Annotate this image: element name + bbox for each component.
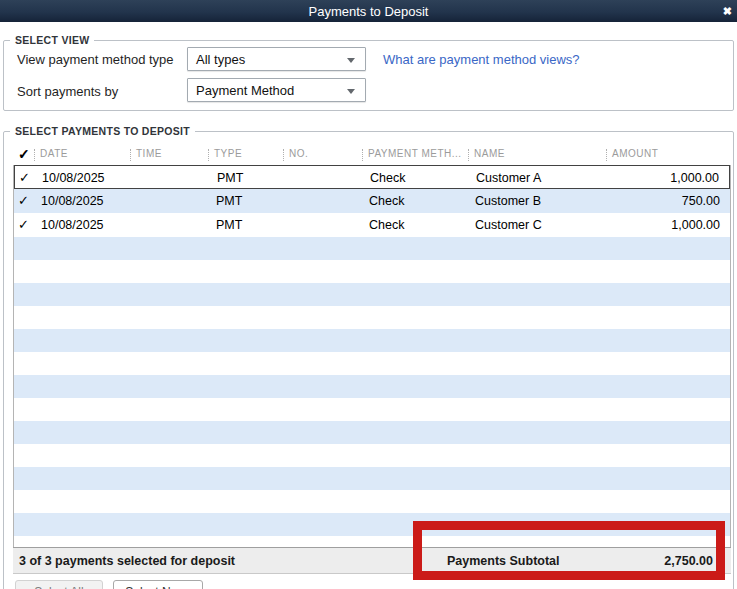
cell-payment-method: Check: [369, 194, 404, 208]
column-header-time[interactable]: TIME: [136, 148, 162, 159]
cell-amount: 1,000.00: [670, 171, 719, 185]
table-row[interactable]: ✓ 10/08/2025 PMT Check Customer A 1,000.…: [14, 165, 730, 189]
cell-date: 10/08/2025: [41, 218, 104, 232]
chevron-down-icon: [347, 89, 355, 94]
check-column-header[interactable]: ✓: [18, 146, 30, 162]
payments-table: ✓ 10/08/2025 PMT Check Customer A 1,000.…: [13, 165, 731, 547]
column-header-name[interactable]: NAME: [474, 148, 505, 159]
window-title: Payments to Deposit: [309, 4, 429, 19]
row-checkmark-icon[interactable]: ✓: [19, 170, 30, 185]
row-checkmark-icon[interactable]: ✓: [18, 217, 29, 232]
close-icon[interactable]: ✖: [723, 4, 732, 18]
payments-subtotal-label: Payments Subtotal: [447, 554, 560, 568]
table-row[interactable]: ✓ 10/08/2025 PMT Check Customer B 750.00: [14, 189, 730, 213]
select-view-label: SELECT VIEW: [10, 34, 94, 46]
selection-summary: 3 of 3 payments selected for deposit: [19, 554, 235, 568]
cell-date: 10/08/2025: [42, 171, 105, 185]
cell-type: PMT: [216, 194, 242, 208]
select-all-label: Select All: [34, 585, 83, 589]
select-none-label: Select None: [125, 585, 190, 589]
column-separator: [130, 149, 131, 161]
row-checkmark-icon[interactable]: ✓: [18, 193, 29, 208]
column-header-type[interactable]: TYPE: [214, 148, 242, 159]
sort-payments-by-label: Sort payments by: [17, 84, 118, 99]
select-none-button[interactable]: Select None: [113, 580, 203, 589]
payment-method-type-value: All types: [196, 52, 245, 67]
column-header-amount[interactable]: AMOUNT: [612, 148, 658, 159]
column-separator: [468, 149, 469, 161]
payments-to-deposit-dialog: Payments to Deposit ✖ SELECT VIEW View p…: [0, 0, 737, 589]
payments-subtotal-value: 2,750.00: [664, 554, 713, 568]
cell-name: Customer B: [475, 194, 541, 208]
sort-payments-value: Payment Method: [196, 83, 294, 98]
select-all-button[interactable]: Select All: [15, 580, 103, 589]
cell-type: PMT: [217, 171, 243, 185]
cell-date: 10/08/2025: [41, 194, 104, 208]
table-header: ✓ DATE TIME TYPE NO. PAYMENT METH... NAM…: [13, 145, 731, 165]
cell-name: Customer C: [475, 218, 542, 232]
column-separator: [208, 149, 209, 161]
title-bar: Payments to Deposit ✖: [0, 0, 737, 22]
cell-payment-method: Check: [369, 218, 404, 232]
payment-method-type-dropdown[interactable]: All types: [187, 47, 366, 71]
summary-bar: 3 of 3 payments selected for deposit Pay…: [13, 547, 731, 574]
select-view-group: [3, 40, 734, 111]
column-separator: [362, 149, 363, 161]
column-separator: [606, 149, 607, 161]
sort-payments-dropdown[interactable]: Payment Method: [187, 78, 366, 102]
payment-method-views-link[interactable]: What are payment method views?: [383, 52, 580, 67]
column-separator: [34, 149, 35, 161]
cell-type: PMT: [216, 218, 242, 232]
column-header-date[interactable]: DATE: [40, 148, 68, 159]
cell-payment-method: Check: [370, 171, 405, 185]
column-header-payment-method[interactable]: PAYMENT METH...: [368, 148, 462, 159]
view-payment-method-type-label: View payment method type: [17, 52, 174, 67]
table-row[interactable]: ✓ 10/08/2025 PMT Check Customer C 1,000.…: [14, 213, 730, 237]
cell-amount: 1,000.00: [671, 218, 720, 232]
column-separator: [283, 149, 284, 161]
select-payments-label: SELECT PAYMENTS TO DEPOSIT: [10, 125, 195, 137]
cell-name: Customer A: [476, 171, 541, 185]
cell-amount: 750.00: [682, 194, 720, 208]
chevron-down-icon: [347, 58, 355, 63]
column-header-no[interactable]: NO.: [289, 148, 308, 159]
